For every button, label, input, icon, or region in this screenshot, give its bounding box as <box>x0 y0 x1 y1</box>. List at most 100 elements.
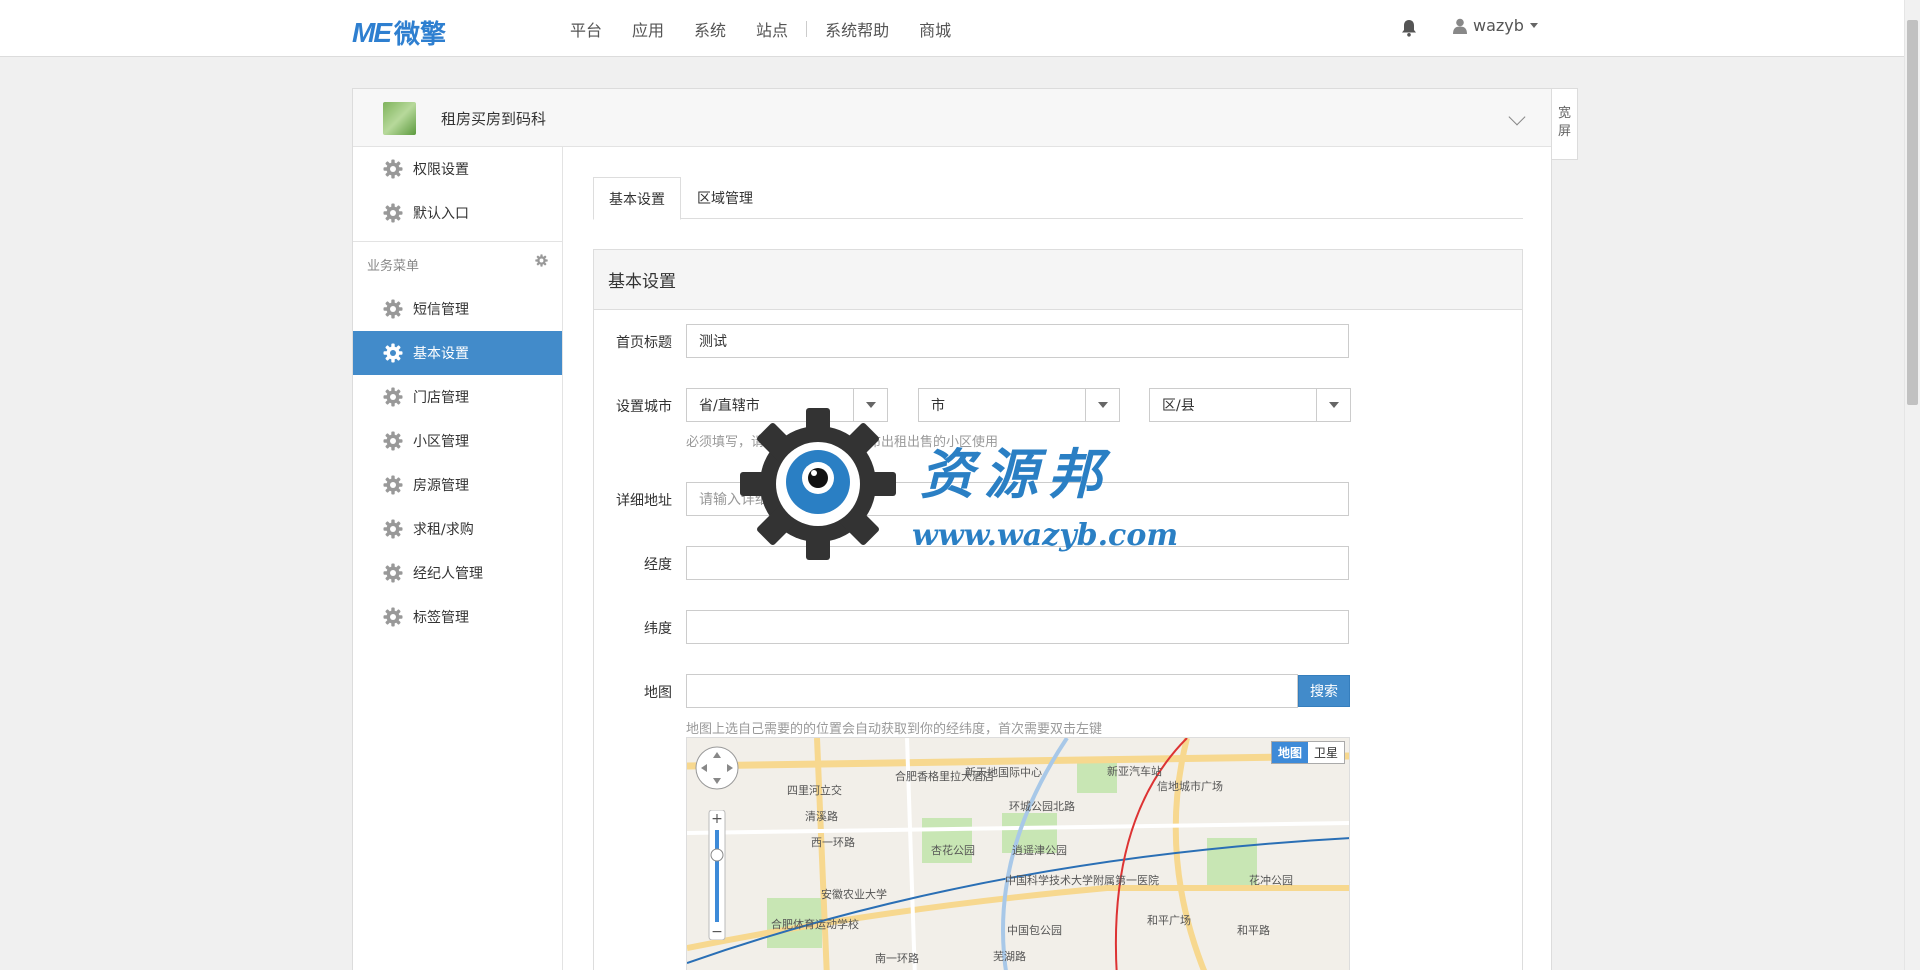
nav-apps[interactable]: 应用 <box>632 17 664 41</box>
logo-text: 微擎 <box>394 20 447 50</box>
sidebar-item-label: 门店管理 <box>413 390 469 406</box>
logo-me: ME <box>352 16 392 48</box>
sidebar-item-requests[interactable]: 求租/求购 <box>353 507 562 551</box>
map-type-map[interactable]: 地图 <box>1271 742 1308 763</box>
sidebar-item-permissions[interactable]: 权限设置 <box>353 147 562 191</box>
nav-site[interactable]: 站点 <box>756 17 788 41</box>
gear-icon <box>383 607 403 627</box>
map-label: 合肥体育运动学校 <box>771 918 859 931</box>
map-label: 清溪路 <box>805 810 838 823</box>
map-label: 西一环路 <box>811 836 855 849</box>
sidebar-item-stores[interactable]: 门店管理 <box>353 375 562 419</box>
nav-platform[interactable]: 平台 <box>570 17 602 41</box>
form-title: 基本设置 <box>594 250 1522 310</box>
nav-system[interactable]: 系统 <box>694 17 726 41</box>
caret-down-icon <box>1316 389 1350 421</box>
map-label: 地图 <box>644 685 672 701</box>
tab-region-management[interactable]: 区域管理 <box>681 177 769 219</box>
sidebar-item-sms[interactable]: 短信管理 <box>353 287 562 331</box>
watermark-url: www.wazyb.com <box>912 518 1179 553</box>
username: wazyb <box>1473 16 1524 35</box>
map-label: 杏花公园 <box>931 844 975 857</box>
bell-icon[interactable] <box>1401 19 1417 37</box>
sidebar-item-label: 房源管理 <box>413 478 469 494</box>
gear-icon[interactable] <box>535 254 548 267</box>
nav-help[interactable]: 系统帮助 <box>825 17 889 41</box>
tab-basic-settings[interactable]: 基本设置 <box>593 177 681 220</box>
sidebar-item-tags[interactable]: 标签管理 <box>353 595 562 639</box>
nav-store[interactable]: 商城 <box>919 17 951 41</box>
logo[interactable]: ME 微擎 <box>352 14 446 51</box>
district-select[interactable]: 区/县 <box>1149 388 1351 422</box>
map-label: 四里河立交 <box>787 784 842 797</box>
wide-screen-button[interactable]: 宽 屏 <box>1552 88 1578 160</box>
sidebar-group-title: 业务菜单 <box>367 259 420 274</box>
sidebar-item-label: 求租/求购 <box>413 522 474 538</box>
district-value: 区/县 <box>1162 398 1195 414</box>
svg-text:−: − <box>711 924 723 940</box>
wide-label-1: 宽 <box>1557 106 1571 121</box>
caret-down-icon <box>1529 23 1538 28</box>
sidebar-group-business: 业务菜单 <box>353 241 562 287</box>
map-label: 和平路 <box>1237 924 1270 937</box>
map-label: 环城公园北路 <box>1009 800 1075 813</box>
sidebar-item-label: 默认入口 <box>413 206 469 222</box>
map-label: 安徽农业大学 <box>821 888 887 901</box>
sidebar-item-communities[interactable]: 小区管理 <box>353 419 562 463</box>
latitude-label: 纬度 <box>644 621 672 637</box>
main-nav: 平台 应用 系统 站点 系统帮助 商城 <box>570 0 981 57</box>
map-pan-control[interactable] <box>691 744 743 794</box>
user-icon <box>1453 18 1467 34</box>
gear-icon <box>383 563 403 583</box>
map-label: 中国包公园 <box>1007 924 1062 937</box>
longitude-label: 经度 <box>644 557 672 573</box>
sidebar-item-basic-settings[interactable]: 基本设置 <box>353 331 562 375</box>
map-label: 信地城市广场 <box>1157 780 1223 793</box>
sidebar-item-default-entry[interactable]: 默认入口 <box>353 191 562 235</box>
module-thumbnail <box>383 102 416 135</box>
latitude-input[interactable] <box>686 610 1349 644</box>
map-label: 花冲公园 <box>1249 874 1293 887</box>
sidebar-item-agents[interactable]: 经纪人管理 <box>353 551 562 595</box>
sidebar-item-label: 标签管理 <box>413 610 469 626</box>
watermark-brand: 资源邦 <box>920 442 1112 506</box>
map-search-input[interactable] <box>686 674 1298 708</box>
scrollbar-thumb[interactable] <box>1907 20 1918 405</box>
page-scrollbar[interactable] <box>1904 0 1920 970</box>
sidebar: 权限设置 默认入口 业务菜单 短信管理 基本设置 门店管理 小区管理 房源管理 … <box>353 147 563 970</box>
sidebar-item-label: 权限设置 <box>413 162 469 178</box>
sidebar-item-label: 基本设置 <box>413 346 469 362</box>
map-label: 中国科学技术大学附属第一医院 <box>1005 874 1159 887</box>
gear-icon <box>383 343 403 363</box>
gear-icon <box>383 519 403 539</box>
city-select[interactable]: 市 <box>918 388 1120 422</box>
map-view[interactable]: 地图 卫星 + − 四里河立交 清溪路 合肥香格里拉大酒店 新天地国际中心 杏花… <box>686 737 1350 970</box>
map-help-text: 地图上选自己需要的的位置会自动获取到你的经纬度，首次需要双击左键 <box>686 722 1103 737</box>
map-label: 新亚汽车站 <box>1107 765 1162 778</box>
map-type-switch: 地图 卫星 <box>1270 741 1345 764</box>
gear-icon <box>383 203 403 223</box>
gear-icon <box>383 159 403 179</box>
map-label: 南一环路 <box>875 952 919 965</box>
gear-icon <box>383 431 403 451</box>
module-title: 租房买房到码科 <box>441 110 547 128</box>
home-title-label: 首页标题 <box>616 335 672 351</box>
search-button[interactable]: 搜索 <box>1298 675 1350 707</box>
home-title-input[interactable]: 测试 <box>686 324 1349 358</box>
module-header[interactable]: 租房买房到码科 <box>353 89 1551 147</box>
address-label: 详细地址 <box>616 493 672 509</box>
map-type-satellite[interactable]: 卫星 <box>1308 742 1344 763</box>
top-navbar: ME 微擎 平台 应用 系统 站点 系统帮助 商城 wazyb <box>0 0 1904 57</box>
city-label: 设置城市 <box>616 399 672 415</box>
gear-icon <box>383 475 403 495</box>
gear-icon <box>383 299 403 319</box>
sidebar-item-label: 短信管理 <box>413 302 469 318</box>
user-menu[interactable]: wazyb <box>1453 16 1538 35</box>
sidebar-item-listings[interactable]: 房源管理 <box>353 463 562 507</box>
caret-down-icon <box>1085 389 1119 421</box>
chevron-down-icon[interactable] <box>1508 108 1526 126</box>
map-label: 新天地国际中心 <box>965 766 1042 779</box>
map-zoom-control[interactable]: + − <box>707 810 727 940</box>
svg-text:+: + <box>711 811 723 827</box>
map-label: 和平广场 <box>1147 914 1191 927</box>
